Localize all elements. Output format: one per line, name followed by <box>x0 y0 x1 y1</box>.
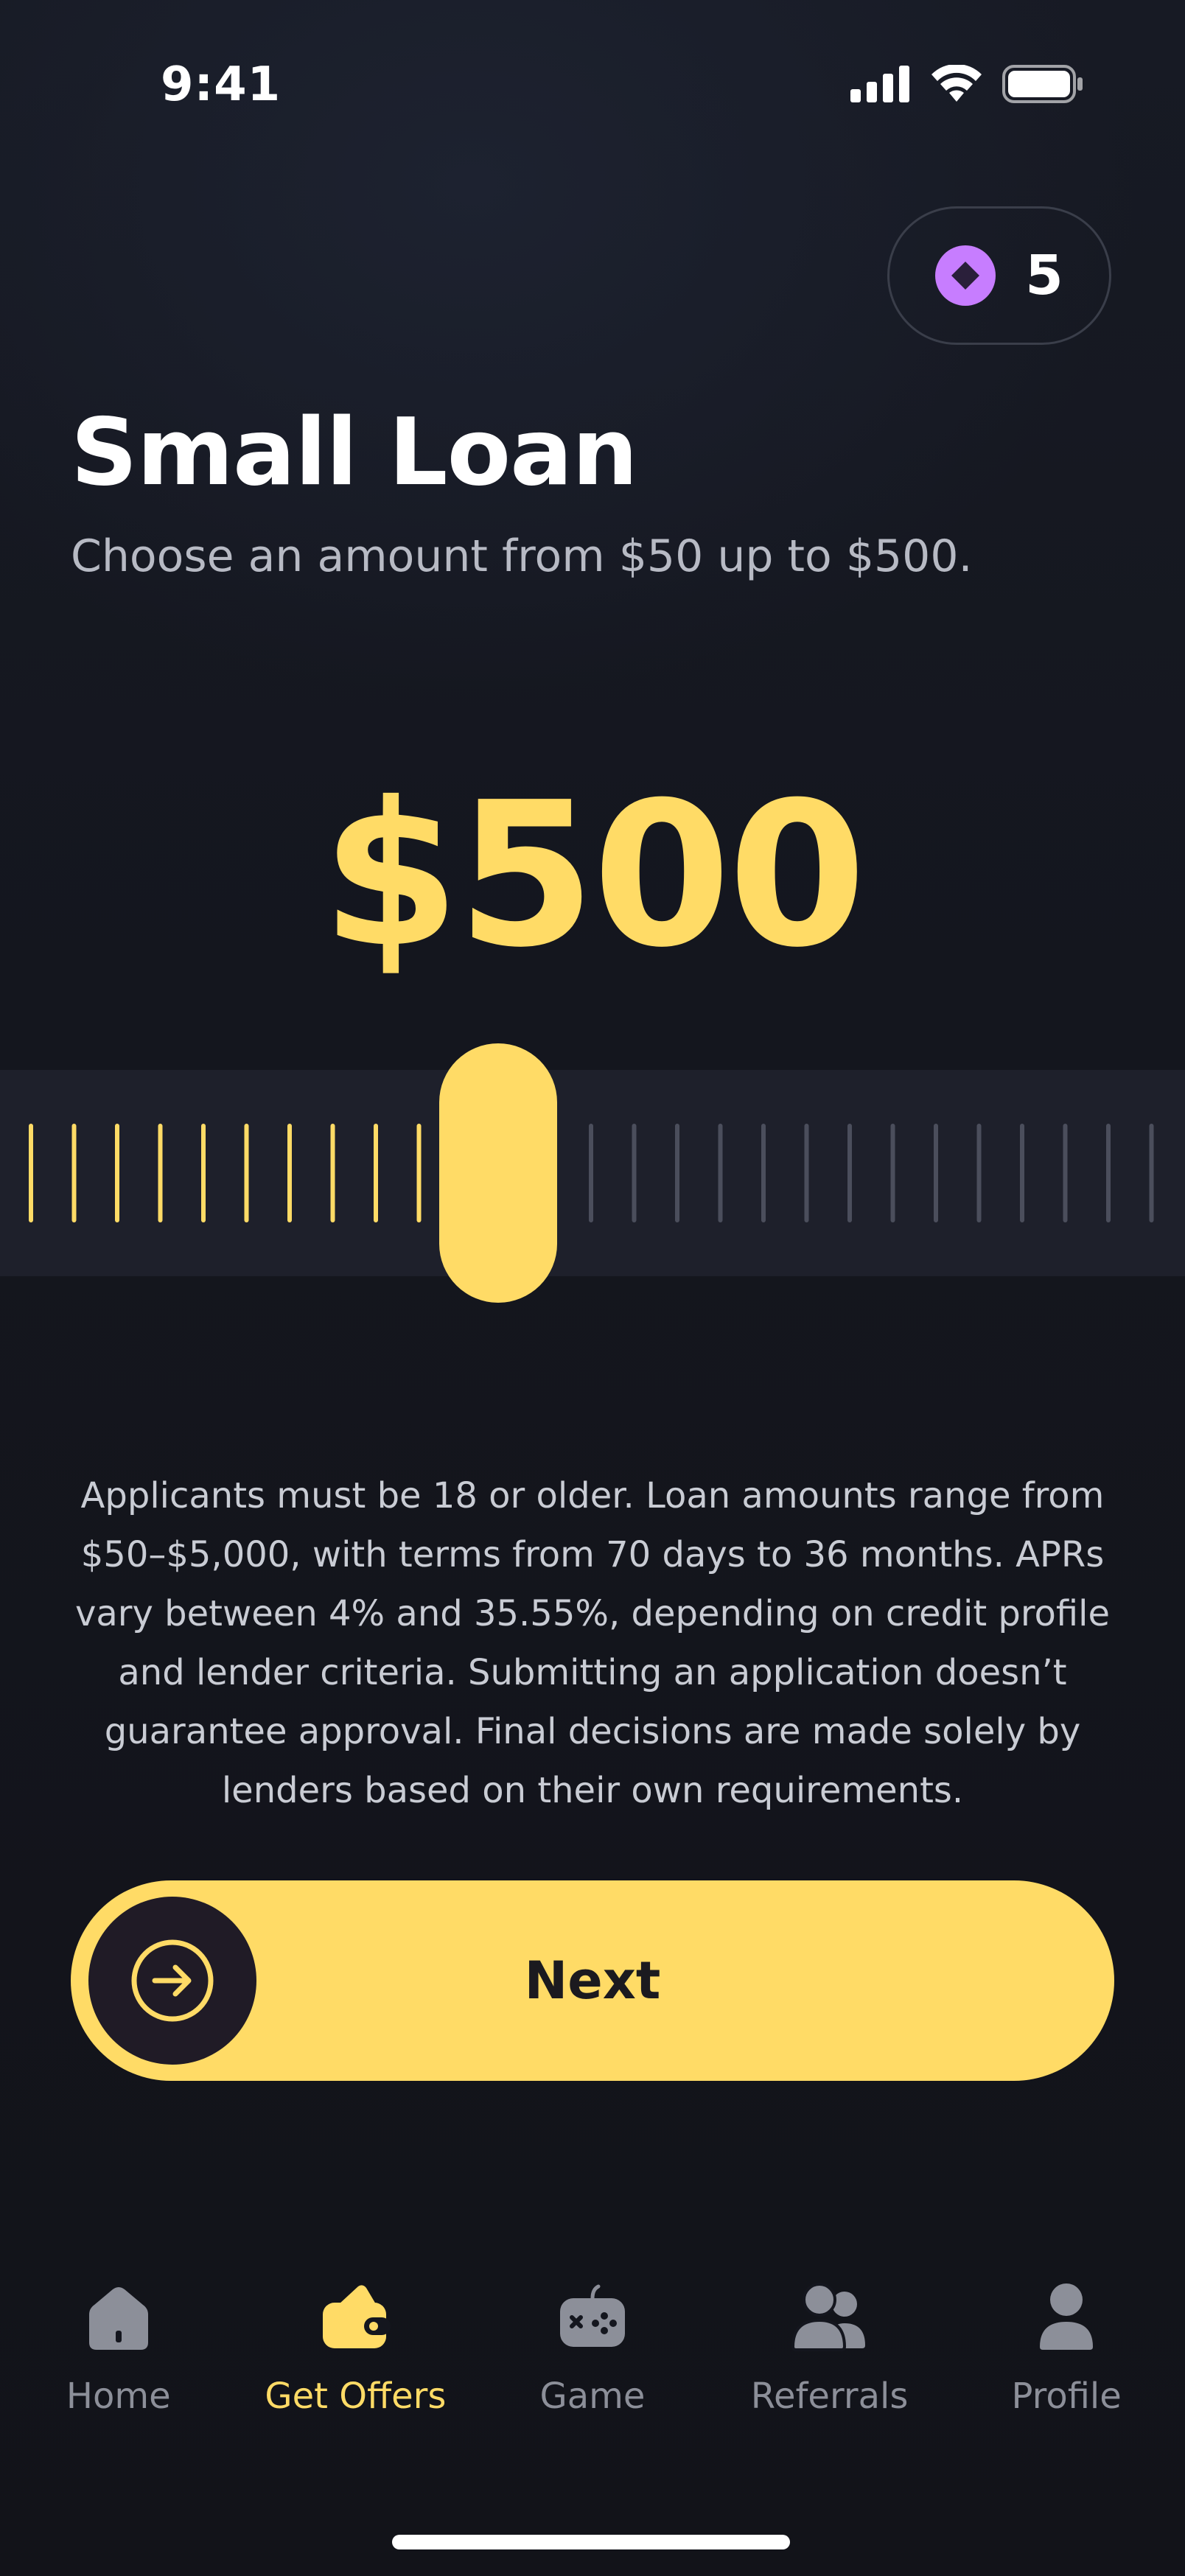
disclaimer-line: and lender criteria. Submitting an appli… <box>118 1652 1067 1693</box>
nav-item-referrals[interactable]: Referrals <box>711 2277 948 2468</box>
home-icon <box>88 2287 148 2350</box>
disclaimer-text: Applicants must be 18 or older. Loan amo… <box>74 1466 1111 1820</box>
nav-item-home[interactable]: Home <box>0 2277 237 2468</box>
battery-icon <box>1002 65 1083 103</box>
disclaimer-line: vary between 4% and 35.55%, depending on… <box>74 1593 1111 1634</box>
arrow-right-circle-icon <box>131 1939 214 2022</box>
cellular-signal-icon <box>850 66 909 102</box>
nav-label-referrals: Referrals <box>750 2376 909 2417</box>
disclaimer-line: guarantee approval. Final decisions are … <box>104 1711 1081 1752</box>
amount-slider-thumb[interactable] <box>439 1043 557 1303</box>
users-icon <box>791 2283 865 2351</box>
nav-label-get-offers: Get Offers <box>265 2376 447 2417</box>
page-title: Small Loan <box>71 398 638 506</box>
disclaimer-line: lenders based on their own requirements. <box>221 1770 964 1811</box>
slider-ticks <box>29 1124 1154 1222</box>
nav-label-game: Game <box>539 2376 646 2417</box>
amount-slider-track[interactable] <box>0 1070 1185 1276</box>
gamepad-icon <box>559 2284 625 2347</box>
wifi-icon <box>931 65 982 102</box>
bottom-nav: Home Get Offers Game Referrals Profile <box>0 2277 1185 2468</box>
disclaimer-line: $50–$5,000, with terms from 70 days to 3… <box>80 1534 1105 1575</box>
status-time: 9:41 <box>161 57 282 112</box>
diamond-gem-icon <box>935 245 996 306</box>
page-subtitle: Choose an amount from $50 up to $500. <box>71 531 973 582</box>
disclaimer-line: Applicants must be 18 or older. Loan amo… <box>80 1475 1105 1516</box>
nav-label-profile: Profile <box>1011 2376 1122 2417</box>
next-button-handle[interactable] <box>88 1897 256 2065</box>
status-icons <box>850 65 1085 103</box>
next-button[interactable]: Next <box>71 1880 1114 2081</box>
wallet-icon <box>323 2285 391 2348</box>
nav-label-home: Home <box>66 2376 171 2417</box>
badge-value: 5 <box>1025 244 1063 307</box>
coin-badge[interactable]: 5 <box>887 206 1111 345</box>
loan-screen: 9:41 5 Small Loan Choose an amount from … <box>0 0 1185 2576</box>
nav-item-game[interactable]: Game <box>474 2277 711 2468</box>
user-icon <box>1040 2283 1094 2350</box>
home-indicator <box>392 2535 790 2549</box>
nav-item-get-offers[interactable]: Get Offers <box>237 2277 475 2468</box>
nav-item-profile[interactable]: Profile <box>948 2277 1185 2468</box>
loan-amount: $500 <box>321 759 866 991</box>
